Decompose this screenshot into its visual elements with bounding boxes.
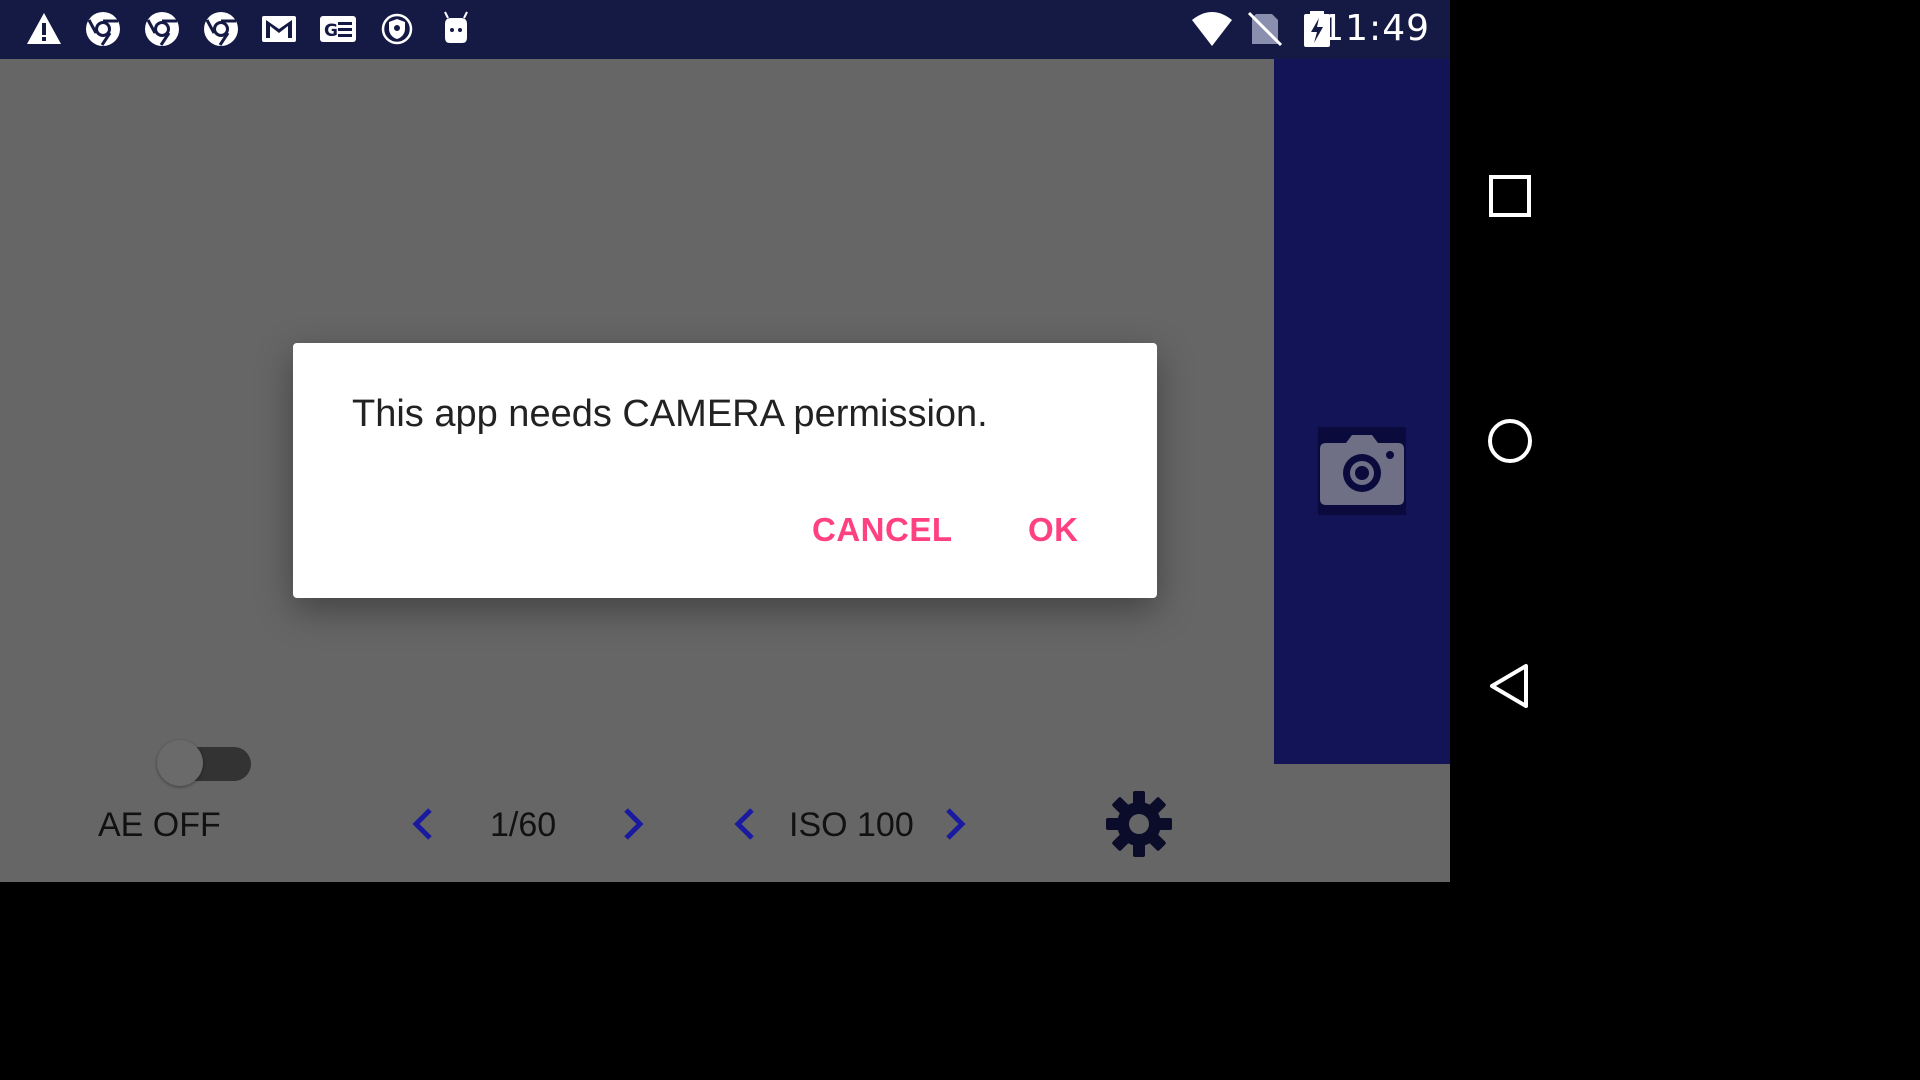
- cancel-button[interactable]: CANCEL: [812, 511, 953, 549]
- status-bar: G 11:49: [0, 0, 1450, 59]
- android-debug-icon: [444, 11, 468, 43]
- vpn-shield-icon: [381, 13, 413, 45]
- status-clock: 11:49: [1321, 8, 1430, 49]
- navigation-bar: [1450, 0, 1568, 882]
- chrome-icon: [204, 12, 238, 46]
- shutter-next-chevron-icon[interactable]: [618, 804, 648, 844]
- iso-next-chevron-icon[interactable]: [940, 804, 970, 844]
- wifi-icon: [1192, 12, 1232, 46]
- no-sim-icon: [1247, 11, 1283, 47]
- warning-icon: [27, 13, 61, 44]
- chrome-icon: [145, 12, 179, 46]
- home-circle-icon[interactable]: [1484, 415, 1536, 467]
- ok-button[interactable]: OK: [1028, 511, 1079, 549]
- capture-button[interactable]: [1318, 427, 1406, 515]
- recents-square-icon[interactable]: [1484, 170, 1536, 222]
- shutter-prev-chevron-icon[interactable]: [408, 804, 438, 844]
- ae-toggle-knob[interactable]: [157, 740, 203, 786]
- chrome-icon: [86, 12, 120, 46]
- side-control-panel: [1274, 59, 1450, 764]
- gmail-icon: [262, 16, 296, 42]
- news-icon: G: [320, 16, 356, 42]
- iso-value: ISO 100: [789, 806, 914, 844]
- shutter-value: 1/60: [490, 806, 557, 844]
- gear-icon[interactable]: [1104, 789, 1174, 859]
- ae-label: AE OFF: [98, 806, 221, 844]
- dialog-message: This app needs CAMERA permission.: [352, 393, 988, 435]
- iso-prev-chevron-icon[interactable]: [730, 804, 760, 844]
- svg-text:G: G: [324, 21, 338, 41]
- permission-dialog: This app needs CAMERA permission. CANCEL…: [293, 343, 1157, 598]
- camera-icon: [1320, 435, 1404, 505]
- back-triangle-icon[interactable]: [1484, 660, 1536, 712]
